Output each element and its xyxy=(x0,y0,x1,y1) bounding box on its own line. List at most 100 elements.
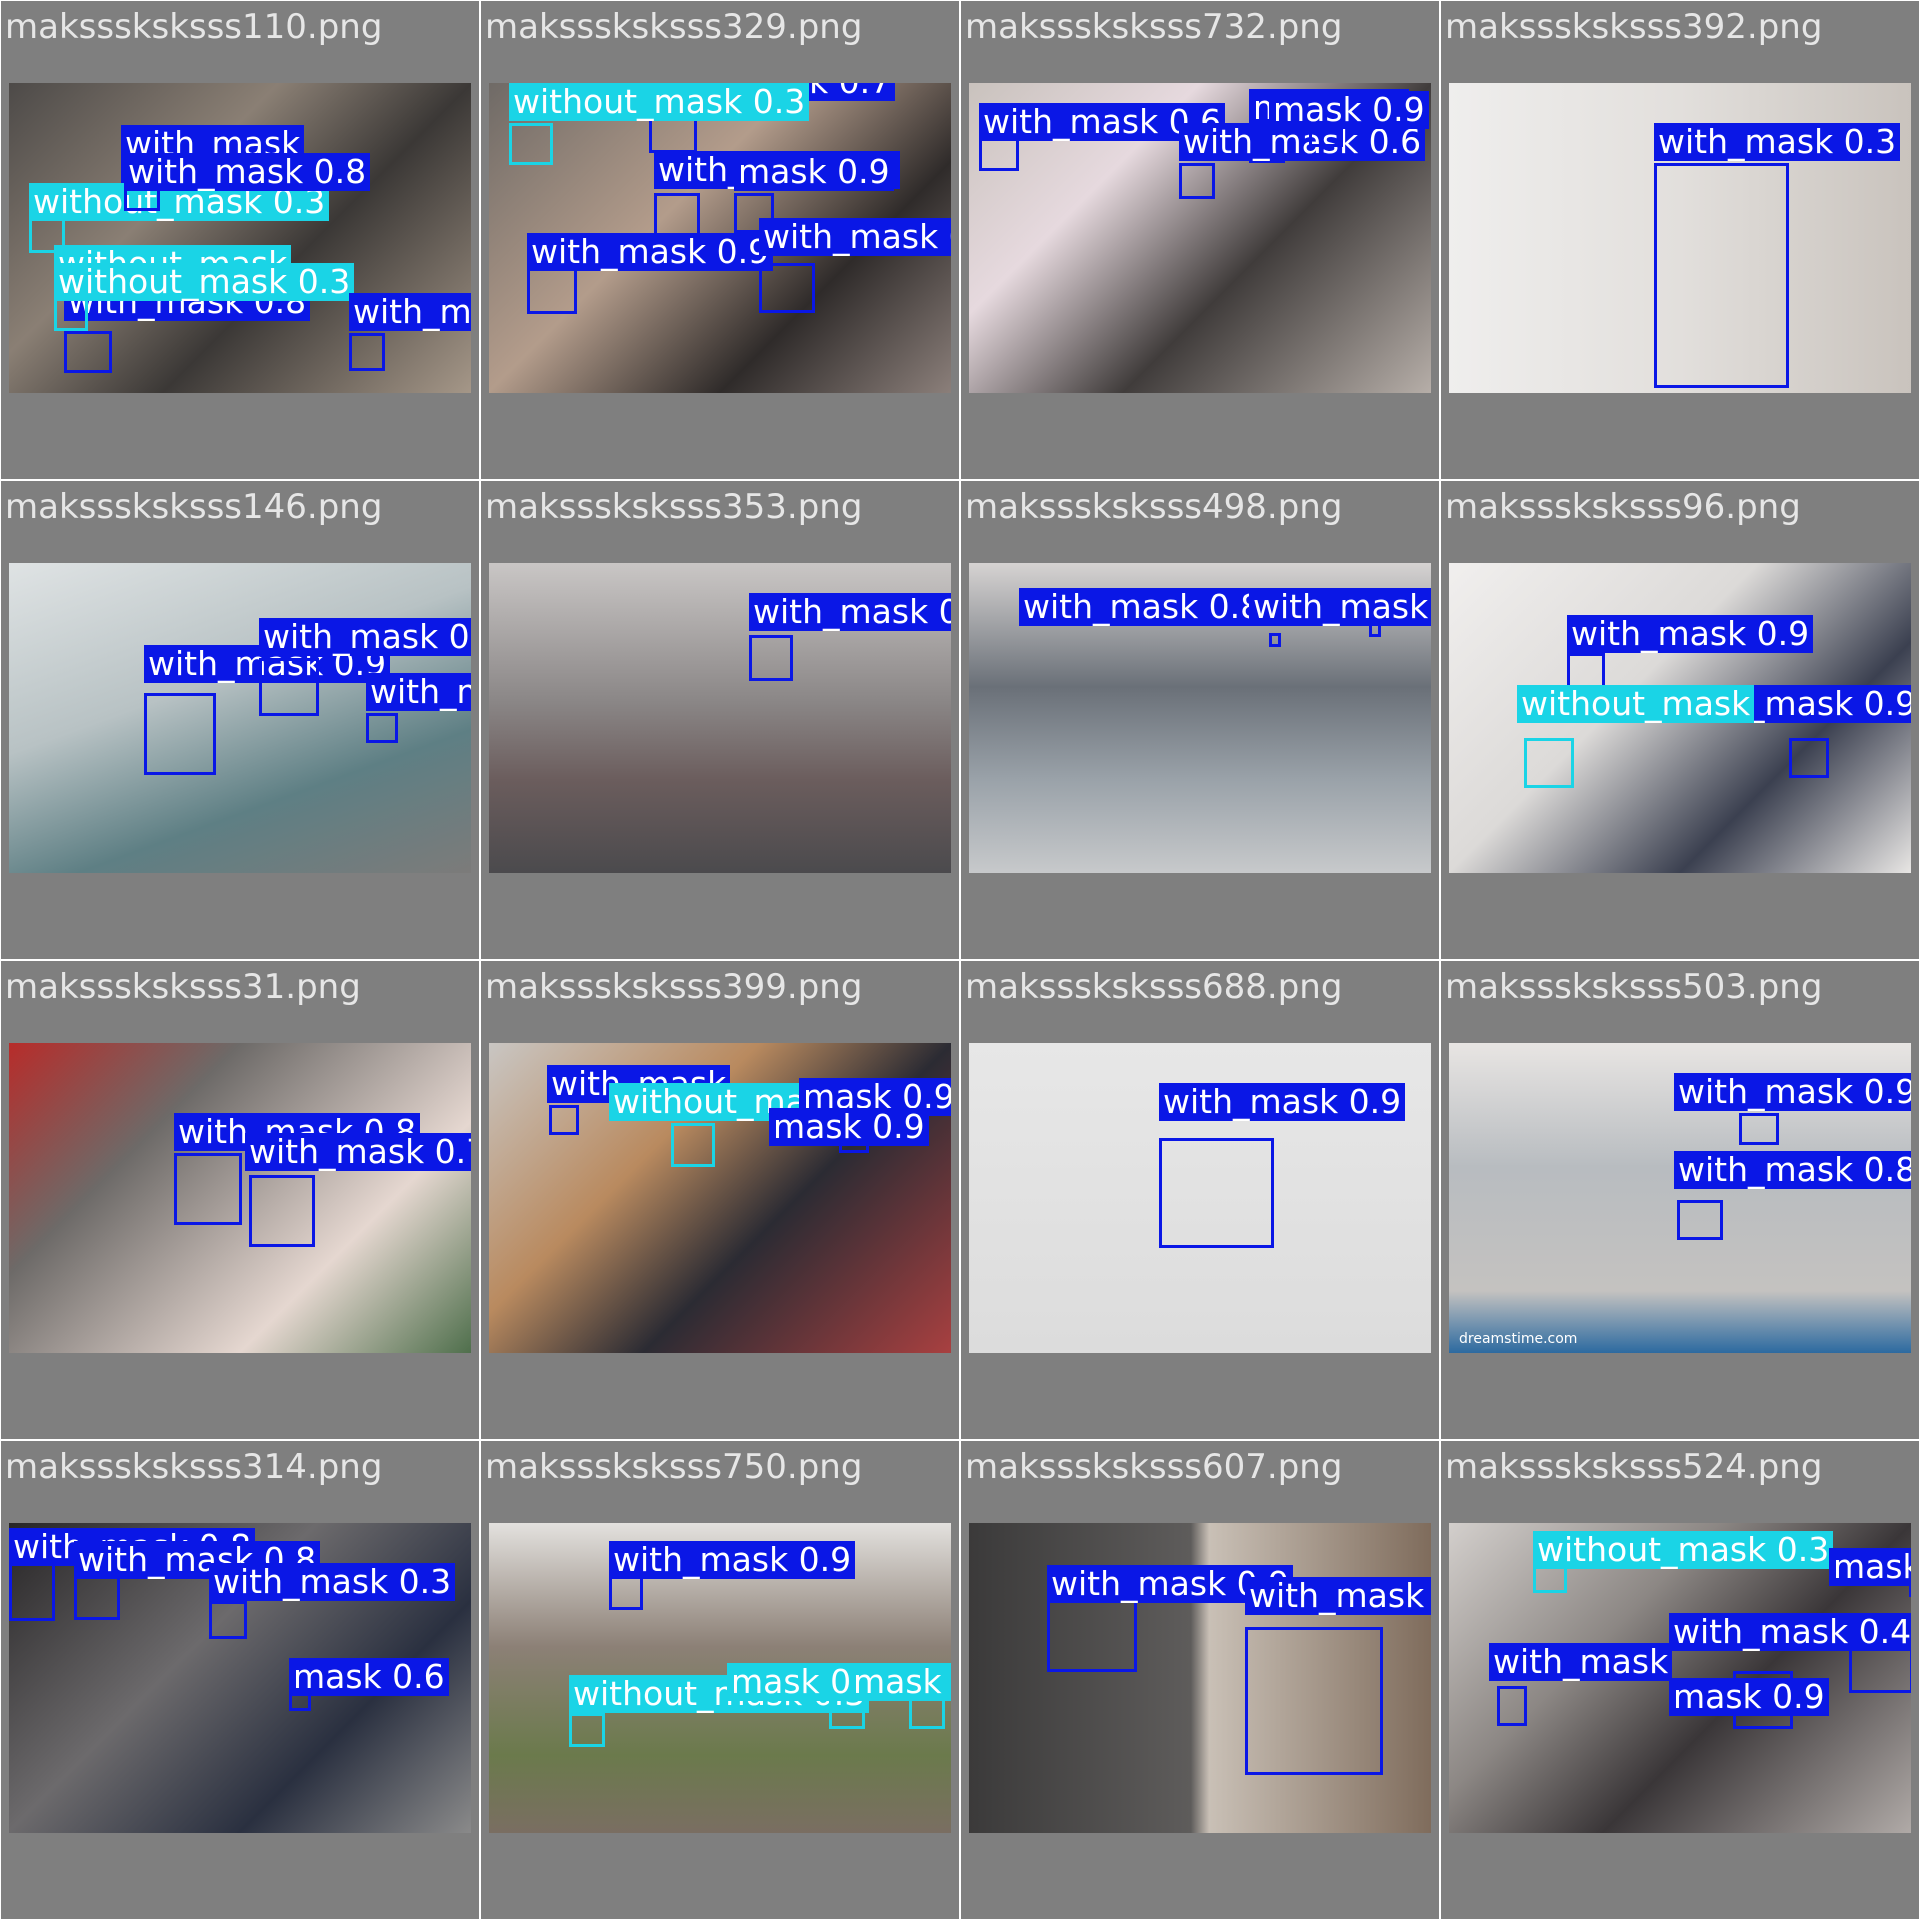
image-filename: maksssksksss524.png xyxy=(1445,1447,1823,1487)
detection-label: with_mask 0.8 xyxy=(1674,1151,1911,1189)
detection-label: without_mask 0.3 xyxy=(509,83,810,121)
detection-label: with_mask 0.9 xyxy=(1159,1083,1406,1121)
result-tile: maksssksksss524.png without_mask 0.3 with_… xyxy=(1441,1441,1919,1919)
detection-label: mask 0.9 xyxy=(769,1108,929,1146)
image-filename: maksssksksss110.png xyxy=(5,7,383,47)
detection-box xyxy=(509,123,553,165)
detection-box xyxy=(1179,163,1215,199)
detection-box xyxy=(1047,1598,1137,1672)
detection-box xyxy=(259,658,319,716)
detection-box xyxy=(527,268,577,314)
result-tile: maksssksksss399.png with_maskwithout_mask… xyxy=(481,961,959,1439)
result-tile: maksssksksss607.png with_mask 0.9 with_mas… xyxy=(961,1441,1439,1919)
input-photo: with_mask 0.9 without_mask 0.3 mask 0.6 mas… xyxy=(489,1523,951,1833)
detection-box xyxy=(1159,1138,1274,1248)
detection-box xyxy=(9,1563,55,1621)
image-filename: maksssksksss732.png xyxy=(965,7,1343,47)
detection-box xyxy=(759,263,815,313)
image-filename: maksssksksss607.png xyxy=(965,1447,1343,1487)
detection-box xyxy=(569,1713,605,1747)
result-tile: maksssksksss96.png with_mask 0.9 with_mask… xyxy=(1441,481,1919,959)
result-tile: maksssksksss503.png dreamstime.com with_ma… xyxy=(1441,961,1919,1439)
detection-label: with_mask 0.7 xyxy=(366,673,471,711)
detection-label: with_mask xyxy=(1489,1643,1673,1681)
result-tile: maksssksksss732.png with_mask 0.6mask 0.9… xyxy=(961,1,1439,479)
detection-label: mask 0.9 xyxy=(734,153,894,191)
detection-box xyxy=(1269,633,1281,647)
input-photo: with_mask 0.8with_mask 0.8with_mask 0.3m… xyxy=(9,1523,471,1833)
detection-label: without_mask 0.3 xyxy=(1533,1531,1834,1569)
detection-label: with_mask 0.9 xyxy=(1245,1577,1431,1615)
input-photo: with_maskwithout_mask 0.8mask 0.9mask 0.… xyxy=(489,1043,951,1353)
image-filename: maksssksksss498.png xyxy=(965,487,1343,527)
detection-label: with_mask 0.7 xyxy=(759,218,951,256)
detection-box xyxy=(1524,738,1574,788)
input-photo: with_mask 0.7 without_mask 0.3 with_mask 0… xyxy=(489,83,951,393)
input-photo: dreamstime.com with_mask 0.9 with_mask 0.8 xyxy=(1449,1043,1911,1353)
detection-box xyxy=(1497,1686,1527,1726)
image-filename: maksssksksss688.png xyxy=(965,967,1343,1007)
detection-box xyxy=(209,1601,247,1639)
detection-box xyxy=(144,693,216,775)
detection-box xyxy=(671,1123,715,1167)
image-filename: maksssksksss750.png xyxy=(485,1447,863,1487)
detection-box xyxy=(749,635,793,681)
detection-label: with_mask 0.8 xyxy=(124,153,371,191)
detection-box xyxy=(1677,1200,1723,1240)
result-tile: maksssksksss392.png with_mask 0.3 xyxy=(1441,1,1919,479)
image-filename: maksssksksss399.png xyxy=(485,967,863,1007)
image-filename: maksssksksss31.png xyxy=(5,967,361,1007)
detection-label: with_mask 0.9 xyxy=(749,593,951,631)
result-tile: maksssksksss353.png with_mask 0.9 xyxy=(481,481,959,959)
detection-label: with_mask 0.3 xyxy=(209,1563,456,1601)
watermark-text: dreamstime.com xyxy=(1459,1331,1578,1347)
input-photo: with_mask 0.8 with_mask without_mask 0.3 wi… xyxy=(9,83,471,393)
result-tile: maksssksksss498.png with_mask 0.8 with_mas… xyxy=(961,481,1439,959)
result-tile: maksssksksss329.png with_mask 0.7 without_… xyxy=(481,1,959,479)
result-tile: maksssksksss750.png with_mask 0.9 without_… xyxy=(481,1441,959,1919)
image-filename: maksssksksss96.png xyxy=(1445,487,1801,527)
input-photo: with_mask 0.9 xyxy=(969,1043,1431,1353)
input-photo: with_mask 0.3 xyxy=(1449,83,1911,393)
image-filename: maksssksksss353.png xyxy=(485,487,863,527)
detection-label: mask 0.6 xyxy=(849,1663,951,1701)
detection-label: with_mask 0.9 xyxy=(259,618,471,656)
detection-box xyxy=(366,713,398,743)
input-photo: with_mask 0.9 xyxy=(489,563,951,873)
detection-box xyxy=(1654,163,1789,388)
detection-box xyxy=(1739,1113,1779,1145)
detection-label: with_mask 0.4 xyxy=(1249,588,1431,626)
result-tile: maksssksksss146.png with_mask 0.9 with_mas… xyxy=(1,481,479,959)
detection-label: with_mask 0.9 xyxy=(609,1541,856,1579)
detection-label: mask 0.6 xyxy=(289,1658,449,1696)
image-filename: maksssksksss503.png xyxy=(1445,967,1823,1007)
detection-box xyxy=(654,193,700,237)
image-filename: maksssksksss329.png xyxy=(485,7,863,47)
detection-label: with_mask 0.8 xyxy=(1019,588,1266,626)
detection-label: mask 0.9 xyxy=(1669,1678,1829,1716)
detection-label: with_mask 0.4 xyxy=(1669,1613,1911,1651)
detection-box xyxy=(249,1175,315,1247)
input-photo: without_mask 0.3 with_mask 0.4 with_mask ma… xyxy=(1449,1523,1911,1833)
detection-label: without_mask 0.3 xyxy=(54,263,355,301)
detection-results-grid: maksssksksss110.png with_mask 0.8 with_mas… xyxy=(0,0,1920,1920)
detection-box xyxy=(174,1153,242,1225)
result-tile: maksssksksss688.png with_mask 0.9 xyxy=(961,961,1439,1439)
detection-label: with_mask 0.9 xyxy=(1567,615,1814,653)
detection-box xyxy=(1245,1627,1383,1775)
input-photo: with_mask 0.6mask 0.9with_mask 0.6mask 0… xyxy=(969,83,1431,393)
detection-label: without_mask xyxy=(1517,685,1755,723)
result-tile: maksssksksss31.png with_mask 0.8 with_mask… xyxy=(1,961,479,1439)
detection-label: with_mask 0.9 xyxy=(1674,1073,1911,1111)
result-tile: maksssksksss110.png with_mask 0.8 with_mas… xyxy=(1,1,479,479)
input-photo: with_mask 0.9 with_mask 0.9 without_mask xyxy=(1449,563,1911,873)
detection-label: with_mask 0.3 xyxy=(1654,123,1901,161)
input-photo: with_mask 0.8 with_mask 0.7 xyxy=(9,1043,471,1353)
detection-box xyxy=(549,1105,579,1135)
input-photo: with_mask 0.9with_mask 0.9with_mask 0.7 xyxy=(9,563,471,873)
input-photo: with_mask 0.8with_mask 0.4 xyxy=(969,563,1431,873)
image-filename: maksssksksss146.png xyxy=(5,487,383,527)
detection-box xyxy=(349,333,385,371)
detection-label: mask 0.9 xyxy=(1269,91,1429,129)
detection-label: with_mask 0.8 xyxy=(349,293,471,331)
